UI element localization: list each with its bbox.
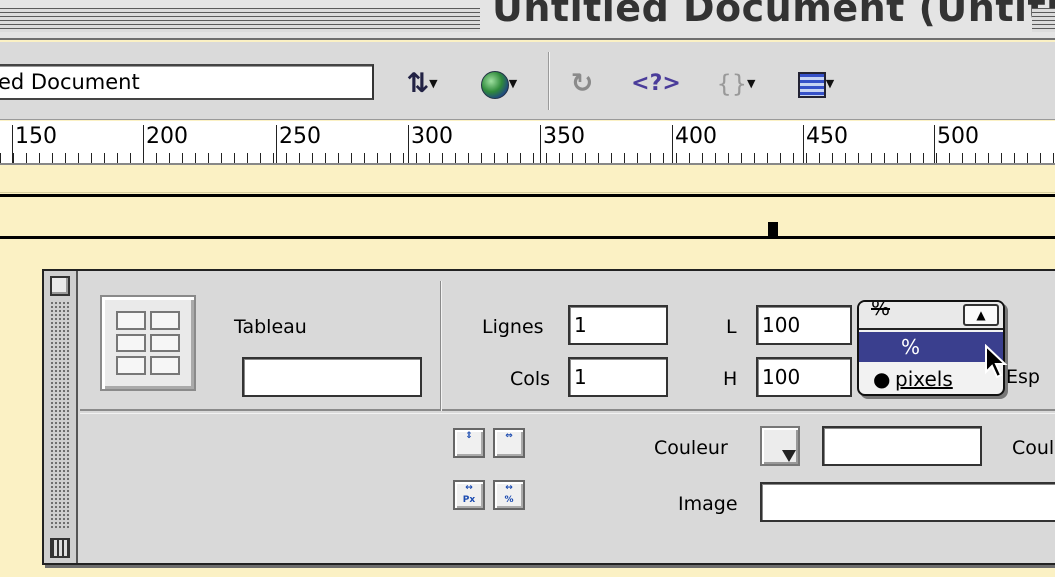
menu-item-percent[interactable]: %: [859, 332, 1003, 362]
height-input[interactable]: 100: [756, 357, 852, 397]
cols-input[interactable]: 1: [568, 357, 668, 397]
ruler-mark: 300: [408, 125, 453, 163]
image-input[interactable]: [760, 482, 1055, 522]
document-toolbar: ed Document ⇅▼ ▼ ↻ <?> {}▼ ▼: [0, 42, 1055, 120]
unit-select[interactable]: % ▲: [859, 302, 1003, 330]
view-options-icon[interactable]: ▼: [788, 68, 844, 100]
table-top-border: [0, 194, 1055, 197]
ruler-mark: 150: [12, 125, 57, 163]
inspector-drag-bar[interactable]: [44, 271, 78, 563]
ruler-mark: 450: [803, 125, 848, 163]
height-label: H: [723, 368, 738, 390]
image-label: Image: [678, 493, 738, 515]
ruler-mark: 500: [934, 125, 979, 163]
bgcolor-input[interactable]: [822, 426, 982, 466]
checked-bullet-icon: ●: [873, 367, 891, 391]
ruler-mark: 250: [276, 125, 321, 163]
ruler-mark: 200: [143, 125, 188, 163]
border-color-label: Coul: [1012, 437, 1055, 459]
convert-to-percent-icon[interactable]: ↔%: [493, 480, 525, 510]
clear-column-widths-icon[interactable]: ⇔: [493, 428, 525, 458]
width-label: L: [726, 316, 737, 338]
menu-item-pixels-label: pixels: [895, 367, 953, 391]
globe-icon[interactable]: ▼: [472, 68, 526, 100]
table-bottom-border: [0, 236, 1055, 239]
chevron-up-icon[interactable]: ▲: [963, 304, 999, 326]
unit-popup-menu[interactable]: % ▲ % ● pixels: [857, 300, 1005, 396]
rows-input[interactable]: 1: [568, 305, 668, 345]
window-title: Untitled Document (Untitled-1*): [492, 0, 1055, 30]
toolbar-separator: [548, 52, 550, 110]
ruler-mark: 350: [540, 125, 585, 163]
title-bar-stripes: [0, 8, 480, 32]
table-label: Tableau: [234, 316, 307, 338]
clear-row-heights-icon[interactable]: ⇕: [453, 428, 485, 458]
drag-grip[interactable]: [50, 301, 70, 529]
inspector-lower-section: ⇕ ⇔ ↔ Px ↔% Couleur Coul Image: [80, 413, 1055, 563]
close-box-icon[interactable]: [50, 276, 70, 296]
menu-item-pixels[interactable]: ● pixels: [859, 364, 1003, 394]
horizontal-ruler: 150 200 250 300 350 400 450 500: [0, 121, 1055, 165]
spacing-label: Esp: [1006, 366, 1040, 388]
unit-current-value: %: [871, 300, 891, 320]
file-transfer-icon[interactable]: ⇅▼: [398, 68, 446, 100]
width-input[interactable]: 100: [756, 305, 852, 345]
table-icon: [100, 295, 196, 391]
title-bar-stripes-right: [1032, 8, 1055, 32]
expand-toggle-icon[interactable]: [50, 538, 70, 558]
table-name-input[interactable]: [242, 357, 422, 397]
document-canvas-top: [0, 167, 1055, 193]
document-title-input[interactable]: ed Document: [0, 64, 374, 100]
window-title-bar[interactable]: Untitled Document (Untitled-1*): [0, 0, 1055, 40]
color-picker-button[interactable]: [760, 426, 800, 466]
refresh-icon[interactable]: ↻: [566, 68, 598, 100]
ruler-mark: 400: [672, 125, 717, 163]
cols-label: Cols: [510, 368, 551, 390]
rows-label: Lignes: [482, 316, 544, 338]
code-reference-icon[interactable]: <?>: [626, 68, 686, 100]
table-resize-handle[interactable]: [768, 222, 778, 236]
section-divider: [440, 281, 442, 411]
bgcolor-label: Couleur: [654, 437, 728, 459]
braces-icon[interactable]: {}▼: [712, 68, 760, 100]
convert-to-pixels-icon[interactable]: ↔ Px: [453, 480, 485, 510]
